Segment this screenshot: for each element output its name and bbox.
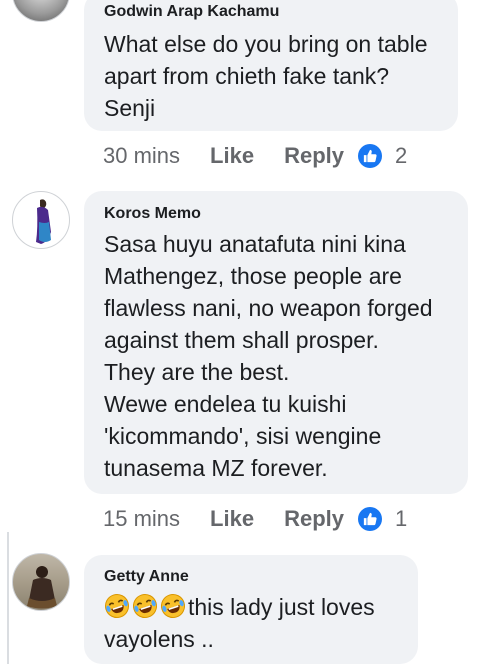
like-button[interactable]: Like	[210, 506, 254, 532]
avatar[interactable]	[12, 0, 70, 22]
comment-timestamp[interactable]: 30 mins	[103, 143, 180, 169]
laughing-face-emoji-icon	[132, 593, 158, 619]
reply-button[interactable]: Reply	[284, 143, 344, 169]
laughing-face-emoji-icon	[104, 593, 130, 619]
comment-author[interactable]: Koros Memo	[104, 204, 454, 224]
thumbs-up-icon[interactable]	[358, 507, 382, 531]
avatar[interactable]	[12, 191, 70, 249]
comment-line-text: this lady just loves	[188, 594, 375, 620]
comment-text: Sasa huyu anatafuta nini kina Mathengez,…	[104, 228, 454, 484]
comment-text: What else do you bring on table apart fr…	[104, 28, 444, 124]
reaction-count[interactable]: 1	[395, 506, 407, 532]
comment-line: against them shall prosper.	[104, 327, 379, 353]
comment-line: Sasa huyu anatafuta nini kina	[104, 231, 406, 257]
comment-actions: 15 mins Like Reply 1	[103, 504, 407, 534]
comment-actions: 30 mins Like Reply 2	[103, 141, 407, 171]
comment-bubble: Koros Memo Sasa huyu anatafuta nini kina…	[84, 191, 468, 494]
comment-line: tunasema MZ forever.	[104, 455, 328, 481]
comment-text: this lady just loves vayolens ..	[104, 591, 404, 655]
thread-line	[7, 532, 9, 664]
comment-line: apart from chieth fake tank?	[104, 63, 390, 89]
reaction-count[interactable]: 2	[395, 143, 407, 169]
comment-timestamp[interactable]: 15 mins	[103, 506, 180, 532]
comment-bubble: Getty Anne this lady just loves vayolens…	[84, 555, 418, 664]
comment-bubble: Godwin Arap Kachamu What else do you bri…	[84, 0, 458, 131]
comment-line: Wewe endelea tu kuishi	[104, 391, 347, 417]
comment-line: Senji	[104, 95, 156, 121]
avatar[interactable]	[12, 553, 70, 611]
comment-line: What else do you bring on table	[104, 31, 428, 57]
comment-line: 'kicommando', sisi wengine	[104, 423, 382, 449]
thumbs-up-icon[interactable]	[358, 144, 382, 168]
comment-line: flawless nani, no weapon forged	[104, 295, 433, 321]
comment-line: They are the best.	[104, 359, 290, 385]
comment-line: Mathengez, those people are	[104, 263, 402, 289]
comment-line: vayolens ..	[104, 626, 214, 652]
comment-author[interactable]: Godwin Arap Kachamu	[104, 2, 444, 22]
like-button[interactable]: Like	[210, 143, 254, 169]
reply-button[interactable]: Reply	[284, 506, 344, 532]
laughing-face-emoji-icon	[160, 593, 186, 619]
comment-author[interactable]: Getty Anne	[104, 567, 404, 587]
comment-line: this lady just loves	[104, 591, 404, 623]
